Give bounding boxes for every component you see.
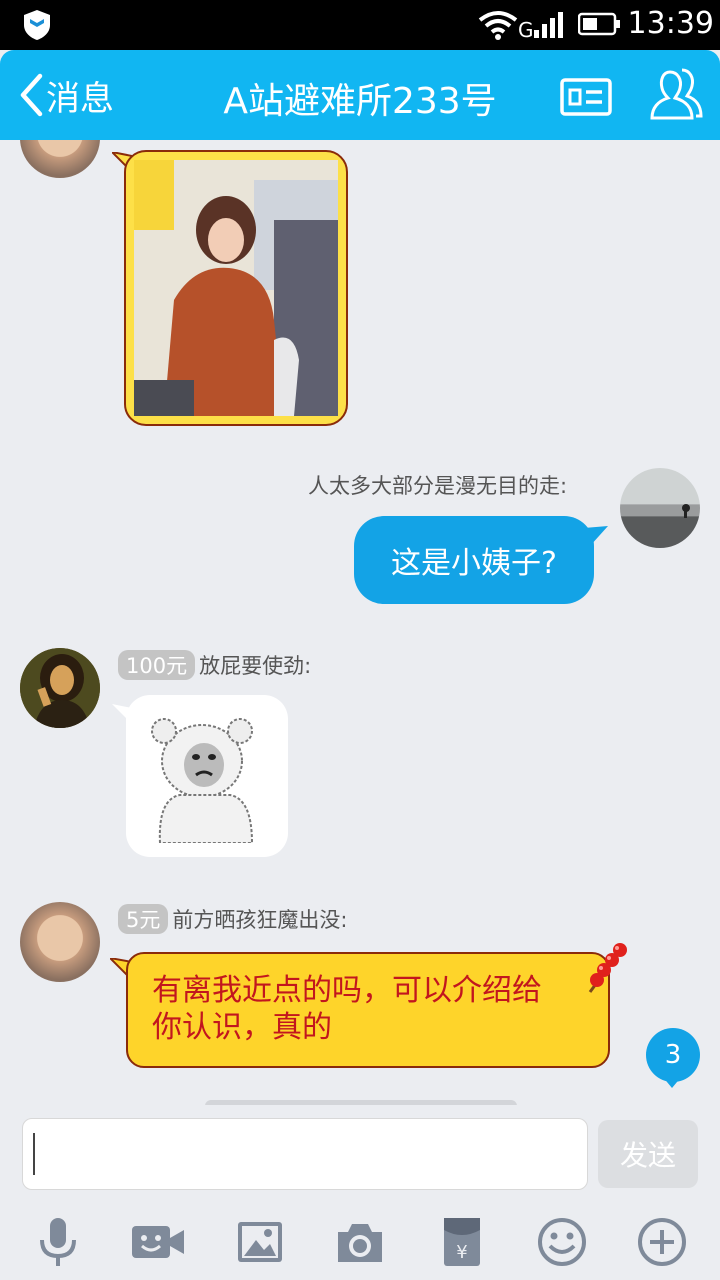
text-message-bubble[interactable]: 这是小姨子? xyxy=(354,516,594,604)
microphone-icon[interactable] xyxy=(30,1214,86,1270)
svg-text:¥: ¥ xyxy=(456,1242,467,1263)
svg-text:G: G xyxy=(518,18,534,40)
group-card-icon[interactable] xyxy=(560,78,612,116)
sender-name: 前方晒孩狂魔出没: xyxy=(172,908,348,932)
unread-count-badge[interactable]: 3 xyxy=(646,1028,700,1082)
red-packet-icon[interactable]: ¥ xyxy=(434,1214,490,1270)
sender-name: 放屁要使劲: xyxy=(199,654,312,678)
camera-icon[interactable] xyxy=(332,1214,388,1270)
baby-avatar[interactable] xyxy=(20,140,100,178)
mona-lisa-avatar[interactable] xyxy=(20,648,100,728)
send-button[interactable]: 发送 xyxy=(598,1120,698,1188)
clock: 13:39 xyxy=(627,6,714,41)
reward-badge: 5元 xyxy=(118,904,169,934)
text-message-bubble[interactable]: 有离我近点的吗，可以介绍给 你认识，真的 xyxy=(126,952,610,1068)
image-icon[interactable] xyxy=(232,1214,288,1270)
road-avatar[interactable] xyxy=(620,468,700,548)
back-label: 消息 xyxy=(46,78,114,119)
signal-icon: G xyxy=(518,12,563,40)
bear-sticker[interactable] xyxy=(140,709,274,843)
shared-photo[interactable] xyxy=(134,160,338,416)
battery-icon xyxy=(578,12,620,36)
sender-line: 100元 放屁要使劲: xyxy=(118,650,311,680)
back-button[interactable]: 消息 xyxy=(18,70,114,120)
title-bar: 消息 A站避难所233号 xyxy=(0,50,720,140)
shield-icon xyxy=(24,10,50,40)
page-title: A站避难所233号 xyxy=(223,81,497,122)
image-message-bubble[interactable] xyxy=(124,150,348,426)
group-members-icon[interactable] xyxy=(648,66,704,124)
unread-badge-tail xyxy=(662,1076,682,1088)
chevron-left-icon xyxy=(20,73,43,117)
message-input[interactable] xyxy=(22,1118,588,1190)
sender-name: 人太多大部分是漫无目的走: xyxy=(308,474,568,498)
reward-badge: 100元 xyxy=(118,650,196,680)
next-message-peek xyxy=(205,1100,517,1105)
candied-haws-icon xyxy=(588,943,627,993)
message-text-line: 有离我近点的吗，可以介绍给 xyxy=(152,973,542,1008)
message-text-line: 你认识，真的 xyxy=(152,1010,332,1045)
plus-icon[interactable] xyxy=(634,1214,690,1270)
status-bar: G 13:39 xyxy=(0,0,720,50)
sender-line: 5元 前方晒孩狂魔出没: xyxy=(118,904,347,934)
emoji-icon[interactable] xyxy=(534,1214,590,1270)
input-toolbar: ¥ xyxy=(0,1204,720,1280)
chat-area[interactable]: 人太多大部分是漫无目的走: 这是小姨子? 100元 放屁要使劲: 5元 前方晒孩… xyxy=(0,140,720,1105)
wifi-icon xyxy=(478,11,518,40)
sticker-message-bubble[interactable] xyxy=(126,695,288,857)
baby-avatar[interactable] xyxy=(20,902,100,982)
message-text: 这是小姨子? xyxy=(391,546,557,581)
video-icon[interactable] xyxy=(130,1214,186,1270)
text-cursor xyxy=(33,1133,35,1175)
